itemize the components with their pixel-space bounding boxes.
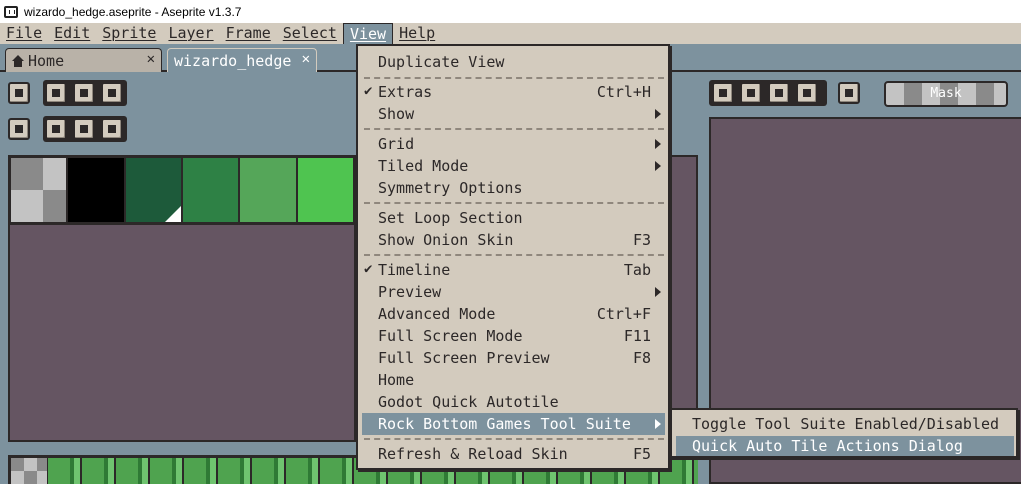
mask-button[interactable]: Mask xyxy=(884,81,1008,107)
intersect-selection-icon[interactable] xyxy=(796,82,818,104)
close-icon[interactable]: ✕ xyxy=(147,51,155,67)
move-down-icon[interactable] xyxy=(45,82,67,104)
menu-item-refresh-reload-skin[interactable]: Refresh & Reload Skin F5 xyxy=(362,443,665,465)
menu-file[interactable]: File xyxy=(0,23,48,44)
grid-icon[interactable] xyxy=(8,118,30,140)
palette-swatch[interactable] xyxy=(297,158,353,222)
pixel-mask-icon[interactable] xyxy=(838,82,860,104)
menu-item-toggle-tool-suite[interactable]: Toggle Tool Suite Enabled/Disabled xyxy=(676,414,1014,434)
menu-separator xyxy=(364,77,664,79)
window-title: wizardo_hedge.aseprite - Aseprite v1.3.7 xyxy=(24,4,242,19)
palette-panel xyxy=(8,225,356,442)
menu-item-extras[interactable]: ✔ Extras Ctrl+H xyxy=(362,81,665,103)
home-icon xyxy=(12,54,24,67)
tab-document-label: wizardo_hedge xyxy=(174,51,292,70)
tilemap-icon[interactable] xyxy=(101,118,123,140)
close-icon[interactable]: ✕ xyxy=(302,51,310,67)
tab-home-label: Home xyxy=(28,51,65,70)
menu-item-rock-bottom-games-tool-suite[interactable]: Rock Bottom Games Tool Suite xyxy=(362,413,665,435)
submenu-arrow-icon xyxy=(655,287,661,297)
menu-item-tiled-mode[interactable]: Tiled Mode xyxy=(362,155,665,177)
color-palette xyxy=(8,155,356,225)
menu-view[interactable]: View xyxy=(342,23,394,44)
menu-help[interactable]: Help xyxy=(393,23,441,44)
submenu-arrow-icon xyxy=(655,161,661,171)
view-menu-dropdown: Duplicate View ✔ Extras Ctrl+H Show Grid… xyxy=(356,44,670,470)
palette-swatch[interactable] xyxy=(240,158,296,222)
subtract-selection-icon[interactable] xyxy=(768,82,790,104)
layer-icon[interactable] xyxy=(73,82,95,104)
menu-separator xyxy=(364,202,664,204)
palette-swatch[interactable] xyxy=(11,158,67,222)
submenu-arrow-icon xyxy=(655,419,661,429)
menu-bar: File Edit Sprite Layer Frame Select View… xyxy=(0,23,1021,44)
menu-item-full-screen-preview[interactable]: Full Screen Preview F8 xyxy=(362,347,665,369)
menu-item-timeline[interactable]: ✔ Timeline Tab xyxy=(362,259,665,281)
menu-item-godot-quick-autotile[interactable]: Godot Quick Autotile xyxy=(362,391,665,413)
palette-swatch-selected[interactable] xyxy=(125,158,181,222)
tab-home[interactable]: Home ✕ xyxy=(5,48,162,72)
menu-item-show[interactable]: Show xyxy=(362,103,665,125)
tool-suite-submenu: Toggle Tool Suite Enabled/Disabled Quick… xyxy=(670,408,1018,458)
minus-icon[interactable] xyxy=(45,118,67,140)
menu-item-symmetry-options[interactable]: Symmetry Options xyxy=(362,177,665,199)
menu-separator xyxy=(364,254,664,256)
window-titlebar: wizardo_hedge.aseprite - Aseprite v1.3.7 xyxy=(0,0,1021,23)
lock-icon[interactable] xyxy=(8,82,30,104)
menu-select[interactable]: Select xyxy=(277,23,343,44)
checkmark-icon: ✔ xyxy=(364,83,373,99)
menu-item-preview[interactable]: Preview xyxy=(362,281,665,303)
link-icon[interactable] xyxy=(73,118,95,140)
menu-item-home[interactable]: Home xyxy=(362,369,665,391)
menu-item-duplicate-view[interactable]: Duplicate View xyxy=(362,51,665,73)
checkmark-icon: ✔ xyxy=(364,261,373,277)
menu-frame[interactable]: Frame xyxy=(220,23,277,44)
replace-selection-icon[interactable] xyxy=(712,82,734,104)
aseprite-app-icon xyxy=(4,5,18,18)
tileset-empty-tile[interactable] xyxy=(11,458,47,484)
menu-item-quick-auto-tile-actions[interactable]: Quick Auto Tile Actions Dialog xyxy=(676,436,1014,456)
submenu-arrow-icon xyxy=(655,109,661,119)
palette-swatch[interactable] xyxy=(68,158,124,222)
menu-sprite[interactable]: Sprite xyxy=(96,23,162,44)
menu-item-show-onion-skin[interactable]: Show Onion Skin F3 xyxy=(362,229,665,251)
selected-corner-icon xyxy=(164,206,181,222)
menu-item-set-loop-section[interactable]: Set Loop Section xyxy=(362,207,665,229)
menu-edit[interactable]: Edit xyxy=(48,23,96,44)
palette-swatch[interactable] xyxy=(182,158,239,222)
menu-item-grid[interactable]: Grid xyxy=(362,133,665,155)
menu-layer[interactable]: Layer xyxy=(162,23,219,44)
menu-item-full-screen-mode[interactable]: Full Screen Mode F11 xyxy=(362,325,665,347)
menu-separator xyxy=(364,128,664,130)
menu-item-advanced-mode[interactable]: Advanced Mode Ctrl+F xyxy=(362,303,665,325)
tab-document[interactable]: wizardo_hedge ✕ xyxy=(167,48,317,72)
menu-separator xyxy=(364,438,664,440)
add-selection-icon[interactable] xyxy=(740,82,762,104)
menu-icon[interactable] xyxy=(101,82,123,104)
submenu-arrow-icon xyxy=(655,139,661,149)
